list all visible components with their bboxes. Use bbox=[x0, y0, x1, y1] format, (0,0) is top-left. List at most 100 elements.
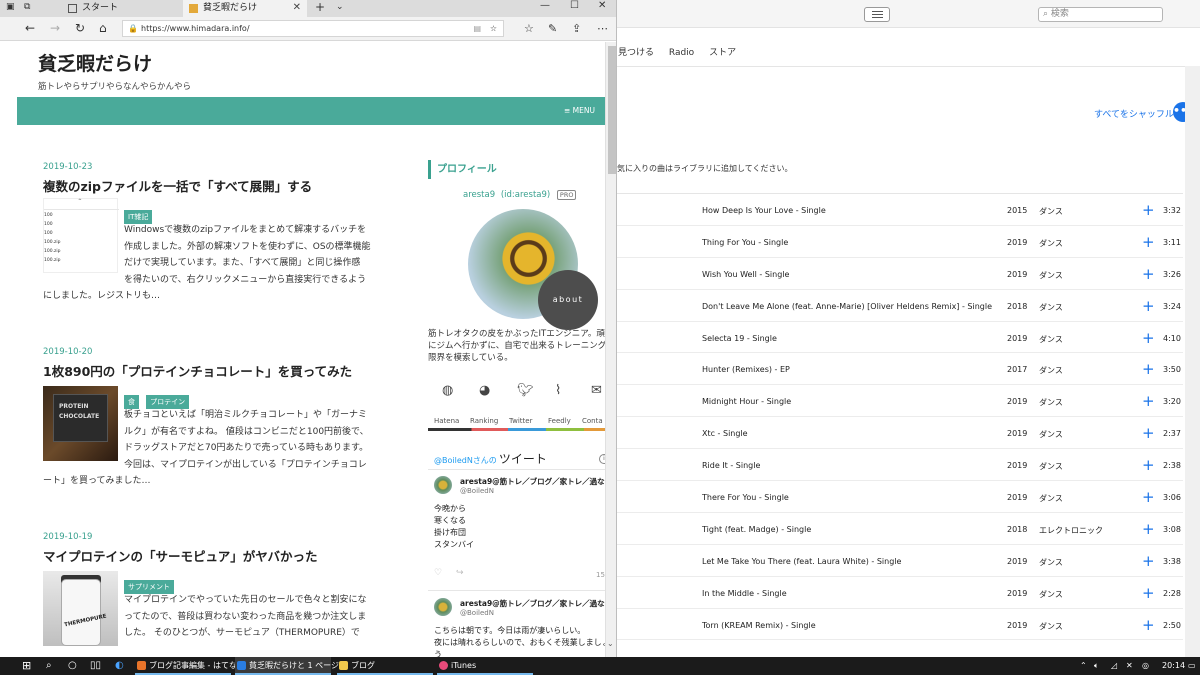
twitter-handle[interactable]: @BoiledNさんの bbox=[434, 456, 497, 465]
add-track-icon[interactable]: + bbox=[1142, 424, 1155, 442]
new-tab-icon[interactable]: + bbox=[315, 0, 325, 14]
add-track-icon[interactable]: + bbox=[1142, 584, 1155, 602]
list-view-button[interactable] bbox=[864, 7, 890, 22]
home-icon[interactable]: ⌂ bbox=[99, 21, 107, 35]
windows-start-icon[interactable]: ⊞ bbox=[22, 657, 31, 675]
minimize-icon[interactable]: — bbox=[540, 0, 550, 11]
track-row[interactable]: In the Middle - Single 2019 ダンス +2:28 bbox=[617, 577, 1183, 609]
social-label-ranking[interactable]: Ranking bbox=[470, 417, 498, 425]
favorite-star-icon[interactable]: ☆ bbox=[490, 21, 497, 36]
track-row[interactable]: Tight (feat. Madge) - Single 2018 エレクトロニック… bbox=[617, 513, 1183, 545]
add-track-icon[interactable]: + bbox=[1142, 329, 1155, 347]
track-row[interactable]: Thing For You - Single 2019 ダンス +3:11 bbox=[617, 226, 1183, 258]
pen-icon[interactable]: ✎ bbox=[548, 22, 557, 35]
heart-icon[interactable]: ♡ bbox=[434, 568, 442, 578]
post-thumbnail[interactable]: ^ 100 100 100 100.zip 100.zip 100.zip bbox=[43, 198, 119, 273]
track-row[interactable]: Hunter (Remixes) - EP 2017 ダンス +3:50 bbox=[617, 353, 1183, 386]
itunes-search-input[interactable]: ⌕ 検索 bbox=[1038, 7, 1163, 22]
close-tab-icon[interactable]: ✕ bbox=[293, 0, 301, 16]
more-icon[interactable]: ⋯ bbox=[597, 22, 608, 35]
cortana-icon[interactable]: ○ bbox=[68, 657, 77, 675]
url-input[interactable]: 🔒 https://www.himadara.info/ ▤ ☆ bbox=[122, 20, 504, 37]
rss-icon[interactable]: ⌇ bbox=[555, 383, 561, 398]
maximize-icon[interactable]: ☐ bbox=[570, 0, 579, 11]
tab-himadara[interactable]: 貧乏暇だらけ ✕ bbox=[183, 0, 307, 17]
profile-user[interactable]: aresta9 (id:aresta9) PRO bbox=[463, 190, 577, 200]
scrollbar-thumb[interactable] bbox=[608, 46, 616, 174]
add-track-icon[interactable]: + bbox=[1142, 456, 1155, 474]
track-row[interactable]: Torn (KREAM Remix) - Single 2019 ダンス +2:50 bbox=[617, 609, 1183, 641]
reading-view-icon[interactable]: ▤ bbox=[473, 21, 481, 36]
track-row[interactable]: Xtc - Single 2019 ダンス +2:37 bbox=[617, 417, 1183, 450]
post-thumbnail[interactable]: THERMOPURE bbox=[43, 571, 118, 646]
track-row[interactable]: Selecta 19 - Single 2019 ダンス +4:10 bbox=[617, 322, 1183, 354]
globe-icon[interactable]: ◕ bbox=[479, 383, 490, 398]
notification-settings-icon[interactable]: ◎ bbox=[1142, 657, 1149, 675]
add-track-icon[interactable]: + bbox=[1142, 201, 1155, 219]
add-track-icon[interactable]: + bbox=[1142, 360, 1155, 378]
page-scrollbar[interactable]: ⌄ bbox=[605, 42, 616, 657]
add-track-icon[interactable]: + bbox=[1142, 488, 1155, 506]
track-row[interactable]: Don't Leave Me Alone (feat. Anne-Marie) … bbox=[617, 290, 1183, 322]
back-icon[interactable]: ← bbox=[25, 21, 35, 35]
taskbar-app-itunes[interactable]: iTunes bbox=[437, 657, 533, 675]
menu-button[interactable]: ≡ MENU bbox=[564, 106, 595, 115]
post-title[interactable]: 1枚890円の「プロテインチョコレート」を買ってみた bbox=[43, 361, 383, 380]
nav-discover[interactable]: 見つける bbox=[618, 48, 654, 58]
shuffle-all-button[interactable]: すべてをシャッフル ⤨ bbox=[1094, 107, 1184, 120]
track-row[interactable]: How Deep Is Your Love - Single 2015 ダンス +3:… bbox=[617, 194, 1183, 226]
nav-radio[interactable]: Radio bbox=[669, 48, 694, 58]
close-window-icon[interactable]: ✕ bbox=[598, 0, 606, 11]
clock[interactable]: 20:14 bbox=[1162, 657, 1185, 675]
scroll-down-icon[interactable]: ⌄ bbox=[607, 639, 614, 648]
tab-actions-icon[interactable]: ▣ bbox=[6, 2, 15, 12]
refresh-icon[interactable]: ↻ bbox=[75, 21, 85, 35]
add-track-icon[interactable]: + bbox=[1142, 616, 1155, 634]
add-track-icon[interactable]: + bbox=[1142, 297, 1155, 315]
add-track-icon[interactable]: + bbox=[1142, 265, 1155, 283]
add-track-icon[interactable]: + bbox=[1142, 520, 1155, 538]
track-row[interactable]: There For You - Single 2019 ダンス +3:06 bbox=[617, 481, 1183, 513]
track-row[interactable]: Ride It - Single 2019 ダンス +2:38 bbox=[617, 449, 1183, 482]
edge-icon[interactable]: ◐ bbox=[115, 657, 124, 675]
hatena-icon[interactable]: ◍ bbox=[442, 383, 453, 398]
mail-icon[interactable]: ✉ bbox=[591, 383, 602, 398]
taskbar-app-folder[interactable]: ブログ bbox=[337, 657, 433, 675]
taskbar-app-hatena[interactable]: ブログ記事編集 - はてな... bbox=[135, 657, 245, 675]
track-row[interactable]: Wish You Well - Single 2019 ダンス +3:26 bbox=[617, 258, 1183, 290]
add-track-icon[interactable]: + bbox=[1142, 233, 1155, 251]
no-connection-icon[interactable]: ✕ bbox=[1126, 657, 1133, 675]
tray-chevron-icon[interactable]: ⌃ bbox=[1080, 657, 1087, 675]
track-row[interactable]: Midnight Hour - Single 2019 ダンス +3:20 bbox=[617, 385, 1183, 418]
nav-store[interactable]: ストア bbox=[709, 48, 736, 58]
tab-preview-icon[interactable]: ⧉ bbox=[24, 2, 30, 12]
network-icon[interactable]: ◿ bbox=[1111, 657, 1117, 675]
forward-icon[interactable]: → bbox=[50, 21, 60, 35]
social-label-twitter[interactable]: Twitter bbox=[509, 417, 532, 425]
social-label-hatena[interactable]: Hatena bbox=[434, 417, 459, 425]
tab-start[interactable]: スタート bbox=[62, 0, 182, 17]
about-button[interactable]: about bbox=[538, 270, 598, 330]
post-thumbnail[interactable]: PROTEIN CHOCOLATE bbox=[43, 386, 118, 461]
site-menu-bar: ≡ MENU bbox=[17, 97, 605, 125]
add-track-icon[interactable]: + bbox=[1142, 392, 1155, 410]
share-icon[interactable]: ↪ bbox=[456, 568, 464, 578]
thumb-text: 100.zip bbox=[44, 240, 61, 245]
add-track-icon[interactable]: + bbox=[1142, 552, 1155, 570]
action-center-icon[interactable]: ▭ bbox=[1188, 657, 1196, 675]
taskbar-app-edge[interactable]: 貧乏暇だらけと 1 ページ... bbox=[235, 657, 347, 675]
favorites-icon[interactable]: ☆ bbox=[524, 22, 534, 35]
social-label-feedly[interactable]: Feedly bbox=[548, 417, 571, 425]
track-row[interactable]: Let Me Take You There (feat. Laura White… bbox=[617, 545, 1183, 577]
itunes-scrollbar[interactable] bbox=[1185, 66, 1200, 657]
chevron-down-icon[interactable]: ⌄ bbox=[336, 2, 344, 12]
social-label-contact[interactable]: Conta bbox=[582, 417, 603, 425]
post-title[interactable]: マイプロテインの「サーモピュア」がヤバかった bbox=[43, 546, 383, 565]
search-icon[interactable]: ⌕ bbox=[46, 657, 52, 675]
twitter-icon[interactable]: 🐦︎ bbox=[517, 383, 534, 398]
site-title[interactable]: 貧乏暇だらけ bbox=[38, 49, 152, 76]
share-icon[interactable]: ⇪ bbox=[572, 22, 581, 35]
post-title[interactable]: 複数のzipファイルを一括で「すべて展開」する bbox=[43, 176, 383, 195]
task-view-icon[interactable]: ▯▯ bbox=[90, 657, 101, 675]
volume-icon[interactable]: 🔈︎ bbox=[1094, 657, 1099, 675]
